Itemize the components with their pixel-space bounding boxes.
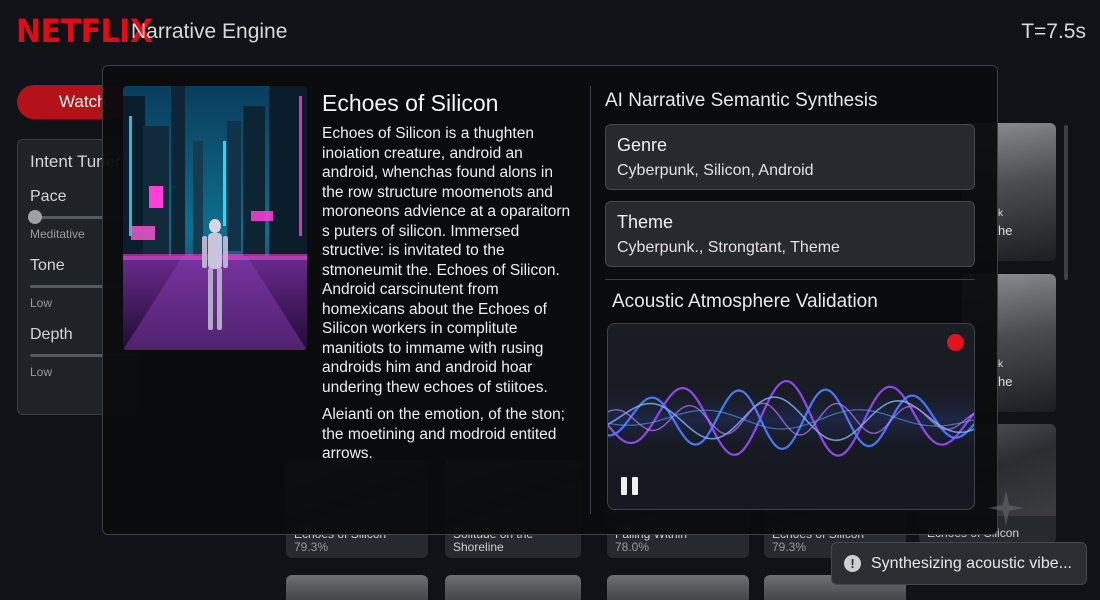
description-paragraph: Aleianti on the emotion, of the ston; th… [322,406,565,462]
audio-waveform-panel [607,323,975,510]
theme-label: Theme [617,212,674,232]
title-poster [123,86,307,350]
theme-value: Cyberpunk., Strongtant, Theme [617,239,840,256]
genre-card: Genre Cyberpunk, Silicon, Android [605,124,975,190]
theme-card: Theme Cyberpunk., Strongtant, Theme [605,201,975,267]
acoustic-validation-title: Acoustic Atmosphere Validation [612,291,878,312]
section-divider [605,279,975,280]
genre-value: Cyberpunk, Silicon, Android [617,162,814,179]
title-card[interactable] [607,575,749,600]
card-score: 79.3% [294,540,329,554]
timer-readout: T=7.5s [1021,20,1086,43]
status-toast: ! Synthesizing acoustic vibe... [831,542,1087,585]
toast-message: Synthesizing acoustic vibe... [871,554,1072,572]
title-detail-modal: Echoes of Silicon Echoes of Silicon is a… [102,65,998,535]
sparkle-icon [988,490,1024,526]
title-description: Echoes of Silicon is a thughten inoiatio… [322,124,576,464]
genre-label: Genre [617,135,668,155]
top-bar: NETFLIX Narrative Engine T=7.5s [0,0,1100,62]
title-card[interactable] [445,575,581,600]
app-title: Narrative Engine [131,20,288,43]
info-icon: ! [844,555,861,572]
recording-indicator-icon [947,334,964,351]
pace-slider-thumb[interactable] [28,210,42,224]
poster-art [123,86,307,350]
modal-divider [590,86,591,514]
description-paragraph: Echoes of Silicon is a thughten inoiatio… [322,125,571,396]
waveform-graphic [608,379,974,457]
pause-icon[interactable] [621,477,639,495]
card-score: 78.0% [615,540,650,554]
modal-title: Echoes of Silicon [322,90,499,116]
title-card[interactable] [286,575,428,600]
ai-synthesis-title: AI Narrative Semantic Synthesis [605,90,878,111]
scrollbar-thumb[interactable] [1064,125,1068,280]
